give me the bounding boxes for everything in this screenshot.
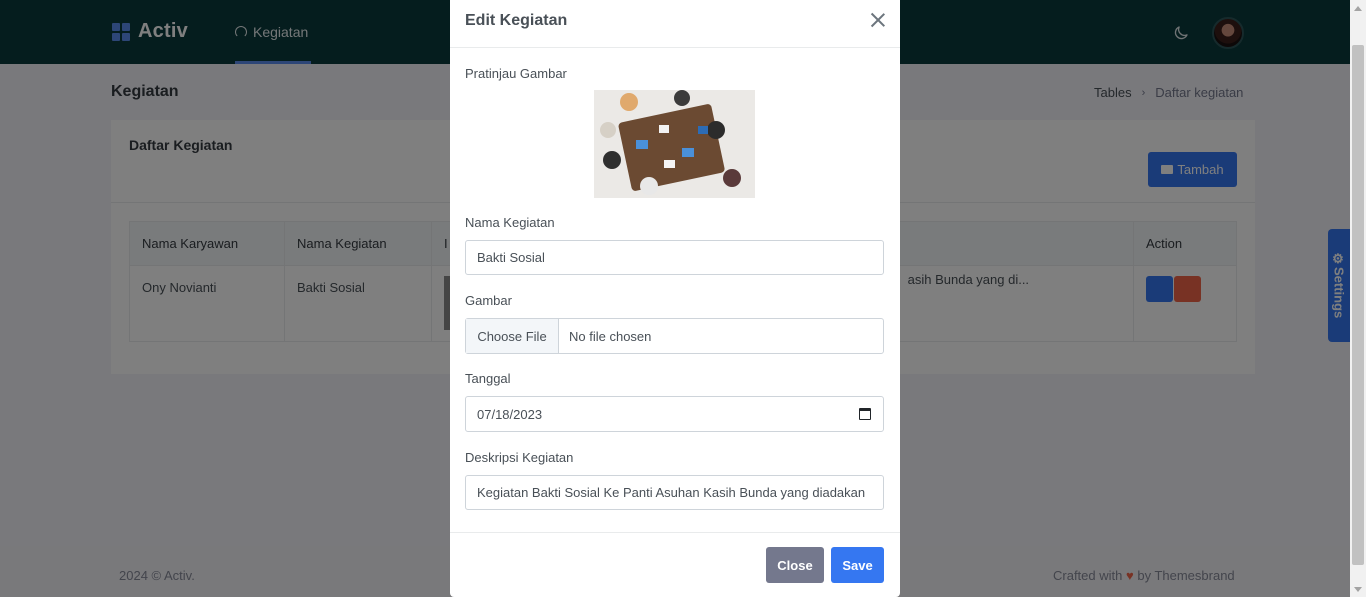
nama-kegiatan-input[interactable]: Bakti Sosial [465,240,884,275]
save-button[interactable]: Save [831,547,884,583]
file-status: No file chosen [569,328,652,344]
deskripsi-value: Kegiatan Bakti Sosial Ke Panti Asuhan Ka… [477,485,866,500]
edit-kegiatan-modal: Edit Kegiatan Pratinjau Gambar Nama Kegi… [450,0,900,597]
nama-kegiatan-value: Bakti Sosial [477,250,545,265]
scrollbar-thumb[interactable] [1352,45,1364,565]
tanggal-value: 07/18/2023 [477,406,543,422]
choose-file-button[interactable]: Choose File [466,319,559,353]
modal-header: Edit Kegiatan [450,0,900,48]
preview-image [594,90,755,198]
preview-label: Pratinjau Gambar [465,66,567,81]
close-icon[interactable] [870,12,886,28]
nama-kegiatan-label: Nama Kegiatan [465,215,555,230]
close-button[interactable]: Close [766,547,824,583]
deskripsi-label: Deskripsi Kegiatan [465,450,574,465]
calendar-icon[interactable] [859,408,871,420]
tanggal-label: Tanggal [465,371,511,386]
modal-title: Edit Kegiatan [465,12,568,29]
gambar-label: Gambar [465,293,512,308]
modal-footer-divider [450,532,900,533]
tanggal-input[interactable]: 07/18/2023 [465,396,884,432]
gambar-file-input[interactable]: Choose File No file chosen [465,318,884,354]
scroll-up-arrow[interactable] [1354,6,1362,11]
deskripsi-input[interactable]: Kegiatan Bakti Sosial Ke Panti Asuhan Ka… [465,475,884,510]
scroll-down-arrow[interactable] [1354,587,1362,592]
